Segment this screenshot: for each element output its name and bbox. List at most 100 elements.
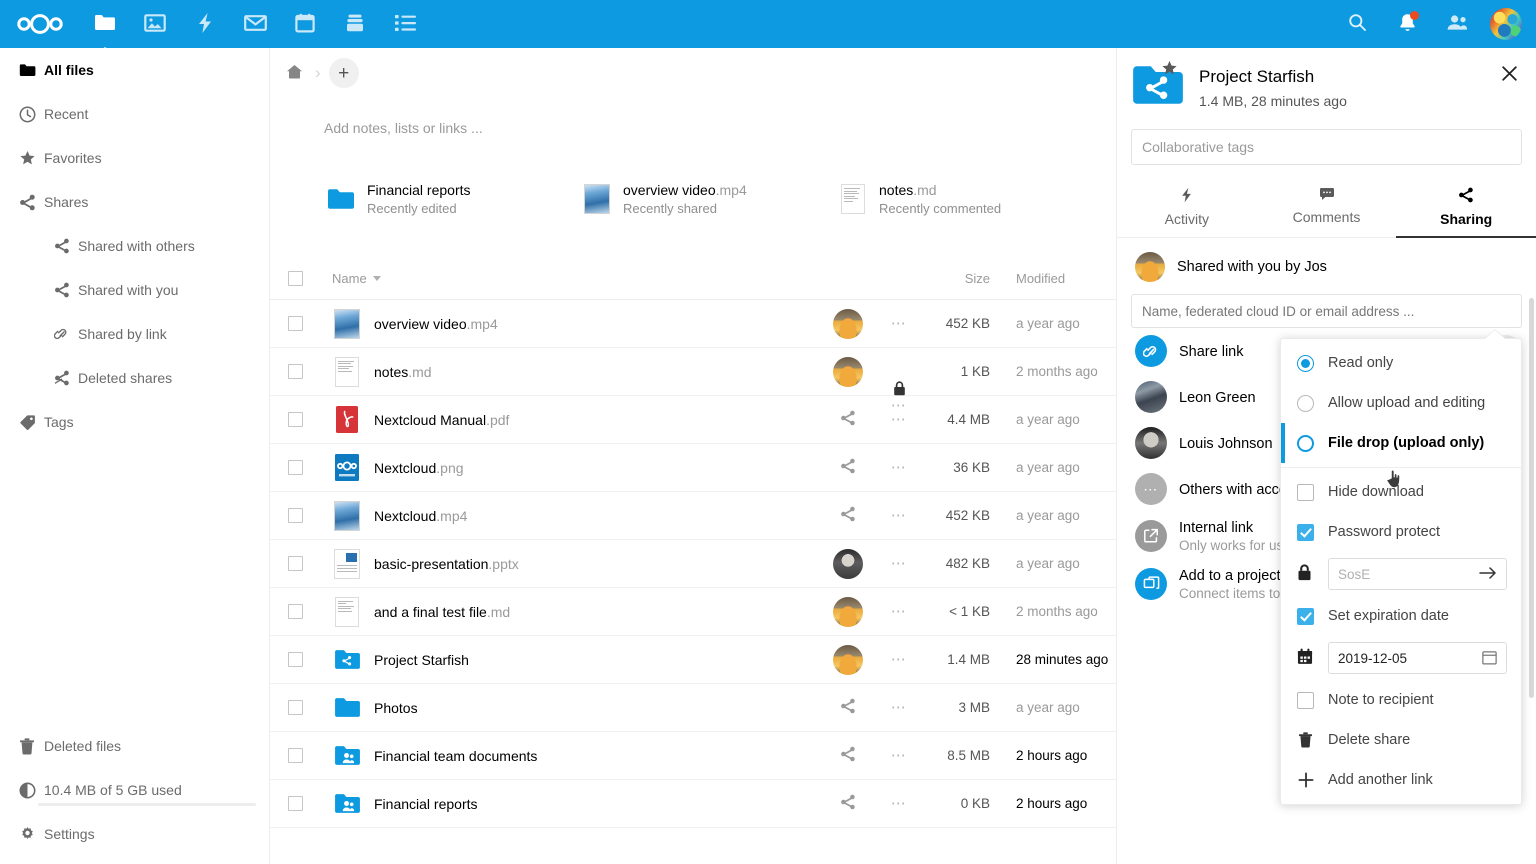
row-actions-button[interactable]: ⋯ — [874, 748, 924, 763]
row-checkbox[interactable] — [270, 748, 320, 763]
row-share-indicator[interactable] — [822, 644, 874, 675]
row-share-button[interactable] — [822, 410, 874, 429]
row-actions-button[interactable]: ⋯ — [874, 700, 924, 715]
row-actions-button[interactable]: ⋯ — [874, 604, 924, 619]
row-actions-button[interactable]: ⋯ — [874, 556, 924, 571]
row-share-indicator[interactable] — [822, 548, 874, 579]
row-actions-button[interactable]: ⋯ — [874, 460, 924, 475]
table-row[interactable]: Nextcloud.mp4 ⋯ 452 KB a year ago — [270, 492, 1116, 540]
sidebar-scrollbar[interactable] — [1529, 298, 1534, 698]
menu-item-delete-share[interactable]: Delete share — [1281, 720, 1521, 760]
avatar[interactable] — [1490, 8, 1522, 40]
column-header-name[interactable]: Name — [320, 271, 822, 286]
row-checkbox[interactable] — [270, 316, 320, 331]
nav-app-tasks[interactable] — [380, 0, 430, 48]
row-actions-button[interactable]: ⋯ — [874, 412, 924, 427]
nav-app-mail[interactable] — [230, 0, 280, 48]
menu-item-read-only[interactable]: Read only — [1281, 343, 1521, 383]
recent-item[interactable]: Financial reports Recently edited — [326, 182, 582, 216]
row-checkbox[interactable] — [270, 364, 320, 379]
tab-sharing[interactable]: Sharing — [1396, 179, 1536, 238]
arrow-right-icon[interactable] — [1479, 566, 1497, 583]
star-icon[interactable] — [1161, 60, 1178, 80]
row-checkbox[interactable] — [270, 652, 320, 667]
row-checkbox[interactable] — [270, 700, 320, 715]
row-share-indicator[interactable] — [822, 596, 874, 627]
select-all-checkbox[interactable] — [270, 271, 320, 286]
nav-app-files[interactable] — [80, 0, 130, 48]
nextcloud-logo[interactable] — [0, 0, 80, 48]
clock-icon — [10, 106, 44, 123]
sidebar-item-all-files[interactable]: All files — [0, 48, 269, 92]
nav-app-deck[interactable] — [330, 0, 380, 48]
calendar-picker-icon[interactable] — [1482, 649, 1497, 668]
notifications-button[interactable] — [1382, 0, 1432, 48]
row-checkbox[interactable] — [270, 556, 320, 571]
table-row[interactable]: Project Starfish ⋯ 1.4 MB 28 minutes ago — [270, 636, 1116, 684]
password-input[interactable]: SosE — [1328, 558, 1507, 590]
sidebar-item-favorites[interactable]: Favorites — [0, 136, 269, 180]
collaborative-tags-input[interactable]: Collaborative tags — [1131, 129, 1522, 165]
row-share-indicator[interactable] — [822, 356, 874, 387]
menu-item-allow-upload-and-editing[interactable]: Allow upload and editing — [1281, 383, 1521, 423]
table-row[interactable]: Financial reports ⋯ 0 KB 2 hours ago — [270, 780, 1116, 828]
row-actions-button[interactable]: ⋯ — [874, 652, 924, 667]
row-checkbox[interactable] — [270, 604, 320, 619]
table-row[interactable]: Photos ⋯ 3 MB a year ago — [270, 684, 1116, 732]
row-checkbox[interactable] — [270, 796, 320, 811]
nav-app-calendar[interactable] — [280, 0, 330, 48]
column-header-size[interactable]: Size — [924, 271, 990, 286]
tab-activity[interactable]: Activity — [1117, 179, 1257, 238]
table-row[interactable]: Nextcloud.png ⋯ 36 KB a year ago — [270, 444, 1116, 492]
recent-item[interactable]: overview video.mp4 Recently shared — [582, 182, 838, 216]
row-actions-button[interactable]: ⋯ — [874, 796, 924, 811]
nav-app-activity[interactable] — [180, 0, 230, 48]
row-actions-button[interactable]: ⋯ — [874, 508, 924, 523]
nav-app-photos[interactable] — [130, 0, 180, 48]
menu-item-hide-download[interactable]: Hide download — [1281, 472, 1521, 512]
row-share-button[interactable] — [822, 746, 874, 765]
table-row[interactable]: overview video.mp4 ⋯ 452 KB a year ago — [270, 300, 1116, 348]
recent-item-name: notes.md — [879, 182, 937, 198]
share-search-input[interactable]: Name, federated cloud ID or email addres… — [1131, 294, 1522, 328]
row-share-button[interactable] — [822, 458, 874, 477]
search-button[interactable] — [1332, 0, 1382, 48]
notes-placeholder[interactable]: Add notes, lists or links ... — [270, 98, 1116, 136]
row-actions-button[interactable]: ⋯ — [874, 316, 924, 331]
row-checkbox[interactable] — [270, 460, 320, 475]
menu-item-set-expiration-date[interactable]: Set expiration date — [1281, 596, 1521, 636]
row-checkbox[interactable] — [270, 412, 320, 427]
sidebar-item-deleted-files[interactable]: Deleted files — [0, 724, 269, 768]
row-share-button[interactable] — [822, 506, 874, 525]
row-share-indicator[interactable] — [822, 308, 874, 339]
sidebar-item-deleted-shares[interactable]: Deleted shares — [0, 356, 269, 400]
menu-item-password-protect[interactable]: Password protect — [1281, 512, 1521, 552]
table-row[interactable]: Financial team documents ⋯ 8.5 MB 2 hour… — [270, 732, 1116, 780]
sidebar-item-settings[interactable]: Settings — [0, 812, 269, 856]
menu-item-note-to-recipient[interactable]: Note to recipient — [1281, 680, 1521, 720]
sidebar-item-shared-by-link[interactable]: Shared by link — [0, 312, 269, 356]
row-share-button[interactable] — [822, 794, 874, 813]
sidebar-item-recent[interactable]: Recent — [0, 92, 269, 136]
table-row[interactable]: notes.md ⋯ 1 KB 2 months ago — [270, 348, 1116, 413]
sidebar-item-shares[interactable]: Shares — [0, 180, 269, 224]
new-file-button[interactable]: + — [328, 58, 359, 88]
menu-item-add-another-link[interactable]: Add another link — [1281, 760, 1521, 800]
sidebar-item-tags[interactable]: Tags — [0, 400, 269, 444]
sidebar-item-shared-with-you[interactable]: Shared with you — [0, 268, 269, 312]
column-header-modified[interactable]: Modified — [990, 271, 1116, 286]
table-row[interactable]: Nextcloud Manual.pdf ⋯ 4.4 MB a year ago — [270, 396, 1116, 444]
menu-item-file-drop[interactable]: File drop (upload only) — [1281, 423, 1521, 489]
table-row[interactable]: basic-presentation.pptx ⋯ 482 KB a year … — [270, 540, 1116, 588]
sidebar-item-quota[interactable]: 10.4 MB of 5 GB used — [0, 768, 269, 812]
tab-comments[interactable]: Comments — [1257, 179, 1397, 238]
recent-item[interactable]: notes.md Recently commented — [838, 182, 1094, 216]
sidebar-item-shared-with-others[interactable]: Shared with others — [0, 224, 269, 268]
row-share-button[interactable] — [822, 698, 874, 717]
row-checkbox[interactable] — [270, 508, 320, 523]
table-row[interactable]: and a final test file.md ⋯ < 1 KB 2 mont… — [270, 588, 1116, 636]
contacts-button[interactable] — [1432, 0, 1482, 48]
home-icon[interactable] — [282, 64, 307, 82]
close-icon[interactable] — [1496, 60, 1522, 86]
expiration-date-input[interactable]: 2019-12-05 — [1328, 642, 1507, 674]
